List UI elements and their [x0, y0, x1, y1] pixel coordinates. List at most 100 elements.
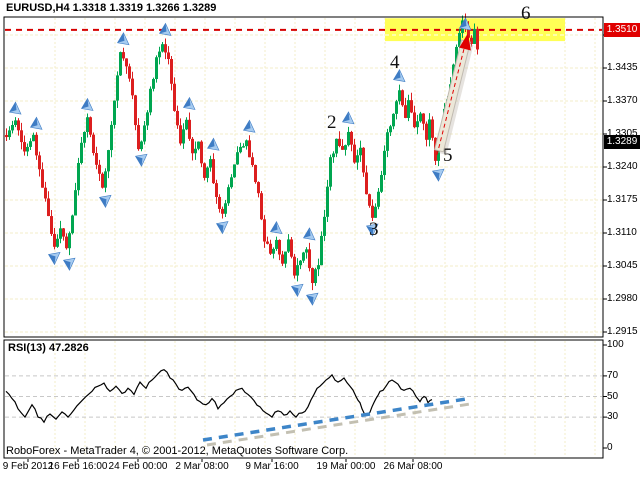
candle-body [308, 249, 311, 268]
forecast-arrow[interactable] [435, 40, 471, 152]
rsi-trendline[interactable] [203, 399, 466, 440]
candle-body [92, 135, 95, 153]
candle-body [401, 90, 404, 105]
candle-body [287, 239, 290, 251]
candle-body [56, 239, 59, 247]
candle-body [20, 130, 23, 142]
candle-body [362, 148, 365, 173]
candle-body [374, 207, 377, 218]
candle-body [380, 175, 383, 192]
rsi-tick-label: 0 [607, 442, 613, 453]
time-tick-label: 16 Feb 16:00 [49, 461, 108, 472]
rsi-tick-label: 100 [607, 339, 624, 350]
candle-body [8, 130, 11, 137]
candle-body [299, 261, 302, 265]
forecast-dashed-line[interactable] [437, 41, 466, 155]
candle-body [404, 105, 407, 118]
candle-body [311, 268, 314, 283]
candle-body [326, 187, 329, 217]
candle-body [77, 163, 80, 190]
candle-body [314, 269, 317, 283]
candle-body [104, 171, 107, 187]
candle-body [230, 177, 233, 187]
candle-body [368, 194, 371, 206]
candle-body [377, 192, 380, 207]
candle-body [29, 141, 32, 147]
candle-body [44, 188, 47, 199]
current-price-tag: 1.3289 [604, 135, 640, 149]
candle-body [260, 193, 263, 219]
candle-body [239, 147, 242, 152]
candle-body [53, 234, 56, 247]
candle-body [47, 198, 50, 216]
candle-body [476, 29, 479, 50]
candle-body [317, 265, 320, 269]
chart-canvas[interactable] [0, 0, 640, 480]
candle-body [191, 139, 194, 153]
candle-body [110, 125, 113, 150]
candle-body [26, 147, 29, 152]
candle-body [323, 217, 326, 236]
candle-body [17, 120, 20, 130]
candle-body [23, 142, 26, 151]
candle-body [179, 125, 182, 143]
candle-body [395, 101, 398, 114]
price-tick-label: 1.3435 [607, 62, 638, 73]
candle-body [227, 187, 230, 203]
candle-body [233, 164, 236, 177]
rsi-pane-border [4, 340, 603, 458]
candle-body [353, 145, 356, 163]
candle-body [86, 117, 89, 132]
candle-body [224, 203, 227, 214]
candle-body [83, 132, 86, 143]
candle-body [431, 119, 434, 137]
resistance-price-tag: 1.3510 [604, 23, 640, 37]
time-tick-label: 26 Mar 08:00 [384, 461, 443, 472]
wave-number-annotation: 6 [521, 3, 531, 25]
candle-body [140, 142, 143, 150]
candle-body [389, 126, 392, 132]
candle-body [134, 95, 137, 125]
wave-number-annotation: 2 [327, 112, 337, 134]
candle-body [329, 157, 332, 186]
symbol-ohlc-title: EURUSD,H4 1.3318 1.3319 1.3266 1.3289 [6, 2, 216, 14]
mt4-chart-window: EURUSD,H4 1.3318 1.3319 1.3266 1.3289 RS… [0, 0, 640, 480]
price-tick-label: 1.3175 [607, 194, 638, 205]
candle-body [335, 139, 338, 154]
candle-body [116, 75, 119, 100]
rsi-tick-label: 70 [607, 370, 618, 381]
time-tick-label: 24 Feb 00:00 [109, 461, 168, 472]
candle-body [167, 52, 170, 59]
candle-body [200, 142, 203, 164]
candle-body [245, 140, 248, 146]
candle-body [125, 58, 128, 66]
candle-body [128, 66, 131, 78]
candle-body [266, 242, 269, 244]
candle-body [269, 244, 272, 254]
rsi-indicator-label: RSI(13) 47.2826 [8, 342, 89, 354]
candle-body [149, 89, 152, 113]
candle-body [410, 100, 413, 112]
candle-body [80, 143, 83, 163]
candle-body [212, 159, 215, 183]
rsi-tick-label: 30 [607, 411, 618, 422]
time-tick-label: 9 Mar 16:00 [245, 461, 298, 472]
candle-body [242, 146, 245, 147]
candle-body [41, 169, 44, 187]
candle-body [398, 90, 401, 101]
candle-body [98, 165, 101, 174]
candle-body [32, 135, 35, 141]
candle-body [221, 209, 224, 214]
candle-body [371, 206, 374, 218]
candle-body [278, 240, 281, 255]
candle-body [428, 119, 431, 139]
rsi-trendline-shadow [207, 404, 470, 445]
price-tick-label: 1.3370 [607, 95, 638, 106]
candle-body [95, 153, 98, 165]
rsi-tick-label: 50 [607, 391, 618, 402]
candle-body [206, 168, 209, 178]
candle-body [152, 79, 155, 89]
wave-number-annotation: 5 [443, 145, 453, 167]
candle-body [122, 52, 125, 58]
candle-body [185, 120, 188, 130]
